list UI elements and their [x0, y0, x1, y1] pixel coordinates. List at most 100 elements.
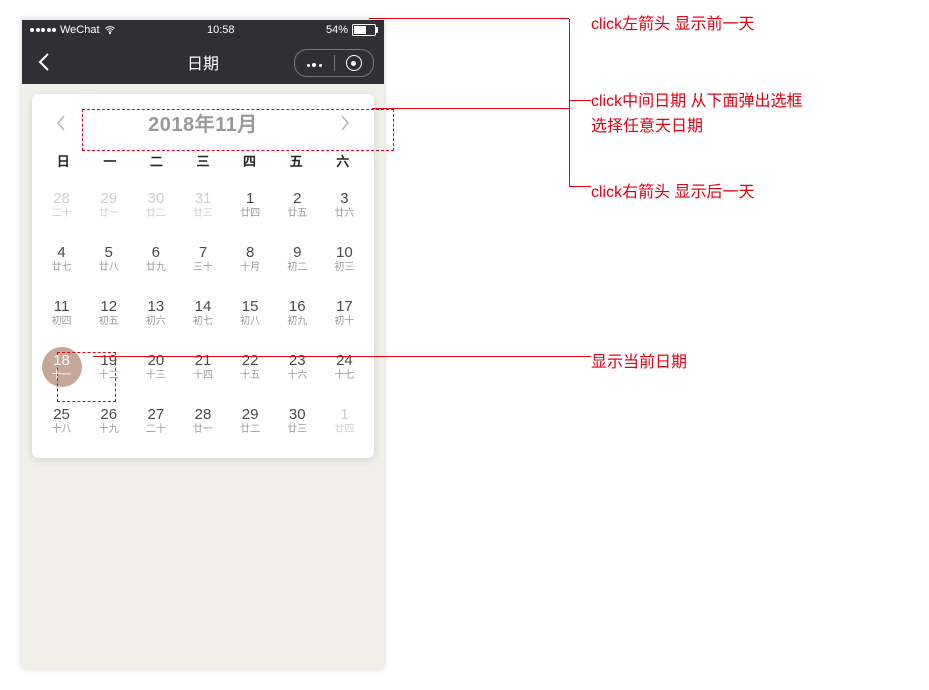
day-cell[interactable]: 10 初三 [321, 232, 368, 286]
month-title-button[interactable]: 2018年11月 [148, 108, 258, 137]
day-lunar: 十二 [99, 371, 119, 381]
day-lunar: 廿一 [99, 209, 119, 219]
day-number: 17 [336, 299, 353, 314]
day-cell[interactable]: 31 廿三 [179, 178, 226, 232]
day-cell[interactable]: 29廿二 [227, 394, 274, 448]
day-lunar: 廿九 [146, 263, 166, 273]
day-cell[interactable]: 19十二 [85, 340, 132, 394]
day-number: 10 [336, 245, 353, 260]
day-number: 7 [199, 245, 207, 260]
back-button[interactable] [22, 40, 66, 84]
day-cell[interactable]: 1廿四 [227, 178, 274, 232]
day-cell[interactable]: 15 初八 [227, 286, 274, 340]
day-cell[interactable]: 29 廿一 [85, 178, 132, 232]
day-cell[interactable]: 25十八 [38, 394, 85, 448]
day-lunar: 廿七 [52, 263, 72, 273]
target-icon [346, 55, 362, 71]
carrier-label: WeChat [60, 24, 100, 36]
day-number: 28 [53, 191, 70, 206]
wifi-icon [104, 24, 116, 36]
calendar-row: 28二十29廿一30廿二31廿三1廿四2廿五3廿六 [38, 178, 368, 232]
day-cell[interactable]: 13初六 [132, 286, 179, 340]
day-cell[interactable]: 27二十 [132, 394, 179, 448]
day-cell[interactable]: 26十九 [85, 394, 132, 448]
day-cell[interactable]: 28 二十 [38, 178, 85, 232]
prev-month-button[interactable] [50, 112, 72, 134]
day-lunar: 三十 [193, 263, 213, 273]
day-cell[interactable]: 22十五 [227, 340, 274, 394]
day-lunar: 廿五 [287, 209, 307, 219]
day-cell[interactable]: 17初十 [321, 286, 368, 340]
day-cell[interactable]: 30 廿二 [132, 178, 179, 232]
calendar-row: 25十八26十九27二十28廿一29廿二30廿三1廿四 [38, 394, 368, 448]
day-lunar: 初四 [52, 317, 72, 327]
day-number: 5 [105, 245, 113, 260]
day-cell[interactable]: 5 廿八 [85, 232, 132, 286]
day-number: 4 [57, 245, 65, 260]
day-cell[interactable]: 14初七 [179, 286, 226, 340]
day-number: 12 [100, 299, 117, 314]
day-cell[interactable]: 3廿六 [321, 178, 368, 232]
day-number: 8 [246, 245, 254, 260]
calendar-card: 2018年11月 日 一 二 三 四 五 六 28二十29廿一30廿二31廿三1… [32, 94, 374, 458]
capsule-close-button[interactable] [335, 50, 374, 76]
day-cell[interactable]: 9初二 [274, 232, 321, 286]
day-number: 15 [242, 299, 259, 314]
day-lunar: 廿二 [240, 425, 260, 435]
day-number: 18 [53, 353, 70, 368]
day-lunar: 廿三 [193, 209, 213, 219]
day-lunar: 十八 [52, 425, 72, 435]
annotation-connector [93, 356, 591, 357]
day-cell[interactable]: 12初五 [85, 286, 132, 340]
day-cell[interactable]: 24十七 [321, 340, 368, 394]
day-lunar: 廿八 [99, 263, 119, 273]
day-number: 30 [148, 191, 165, 206]
month-header: 2018年11月 [32, 94, 374, 147]
day-cell-today[interactable]: 18十一 [38, 340, 85, 394]
day-number: 1 [340, 407, 348, 422]
day-cell[interactable]: 2 廿五 [274, 178, 321, 232]
day-lunar: 初八 [240, 317, 260, 327]
day-cell[interactable]: 6 廿九 [132, 232, 179, 286]
signal-dots-icon [30, 28, 56, 32]
day-lunar: 二十 [52, 209, 72, 219]
day-number: 1 [246, 191, 254, 206]
day-cell[interactable]: 7 三十 [179, 232, 226, 286]
day-cell[interactable]: 4 廿七 [38, 232, 85, 286]
day-cell[interactable]: 21十四 [179, 340, 226, 394]
day-lunar: 十六 [287, 371, 307, 381]
day-lunar: 初三 [334, 263, 354, 273]
weekday-label: 三 [180, 151, 227, 170]
day-cell[interactable]: 28廿一 [179, 394, 226, 448]
day-cell[interactable]: 20十三 [132, 340, 179, 394]
day-lunar: 初九 [287, 317, 307, 327]
calendar-grid: 28二十29廿一30廿二31廿三1廿四2廿五3廿六4廿七5廿八6廿九7三十8十月… [32, 178, 374, 448]
day-cell[interactable]: 11初四 [38, 286, 85, 340]
capsule-menu-button[interactable] [295, 50, 334, 76]
day-number: 2 [293, 191, 301, 206]
day-number: 6 [152, 245, 160, 260]
day-lunar: 廿二 [146, 209, 166, 219]
day-cell[interactable]: 8十月 [227, 232, 274, 286]
day-cell[interactable]: 16初九 [274, 286, 321, 340]
day-number: 26 [100, 407, 117, 422]
day-number: 3 [340, 191, 348, 206]
day-number: 13 [148, 299, 165, 314]
annotation-connector [569, 100, 591, 101]
weekday-row: 日 一 二 三 四 五 六 [32, 147, 374, 178]
day-number: 31 [195, 191, 212, 206]
day-cell[interactable]: 30廿三 [274, 394, 321, 448]
annotation-label: 显示当前日期 [591, 348, 687, 372]
day-lunar: 十四 [193, 371, 213, 381]
day-lunar: 十五 [240, 371, 260, 381]
next-month-button[interactable] [334, 112, 356, 134]
calendar-row: 18十一19十二20十三21十四22十五23十六24十七 [38, 340, 368, 394]
day-cell[interactable]: 23十六 [274, 340, 321, 394]
day-number: 29 [100, 191, 117, 206]
day-cell[interactable]: 1廿四 [321, 394, 368, 448]
weekday-label: 二 [133, 151, 180, 170]
battery-percent-label: 54% [326, 24, 348, 36]
day-lunar: 廿三 [287, 425, 307, 435]
day-lunar: 二十 [146, 425, 166, 435]
annotation [569, 186, 591, 187]
